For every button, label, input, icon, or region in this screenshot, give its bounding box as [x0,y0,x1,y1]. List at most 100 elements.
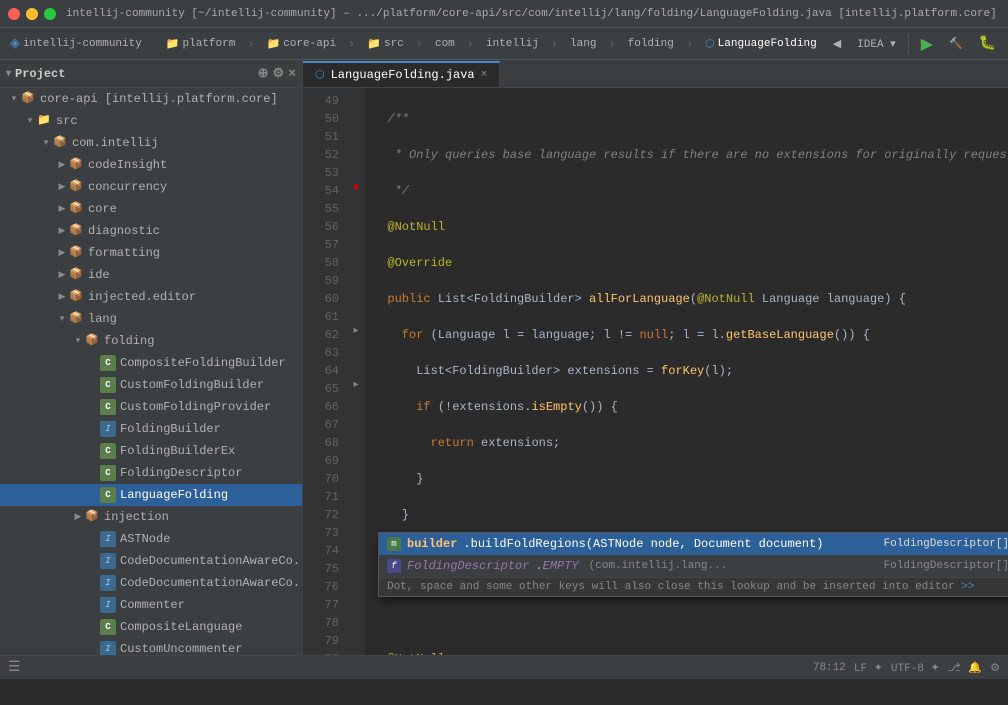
tree-item-core[interactable]: ▶ 📦 core [0,198,302,220]
tree-item-folding[interactable]: ▾ 📦 folding [0,330,302,352]
tree-label: concurrency [88,180,167,194]
tree-label: FoldingBuilderEx [120,444,235,458]
minimize-button[interactable] [26,8,38,20]
ac-item-call-1: .EMPTY [535,559,578,573]
class-icon: C [100,355,116,371]
tree-item-codeInsight[interactable]: ▶ 📦 codeInsight [0,154,302,176]
tree-item-FoldingBuilderEx[interactable]: C FoldingBuilderEx [0,440,302,462]
tree-label: src [56,114,78,128]
tree-item-CodeDoc2[interactable]: I CodeDocumentationAwareCo... [0,572,302,594]
code-line-50: * Only queries base language results if … [373,146,1008,164]
fold-62[interactable]: ▸ [347,322,365,340]
tree-item-core-api[interactable]: ▾ 📦 core-api [intellij.platform.core] [0,88,302,110]
tree-item-diagnostic[interactable]: ▶ 📦 diagnostic [0,220,302,242]
toolbar-run[interactable]: ▶ [915,32,939,56]
tree-item-FoldingDescriptor[interactable]: C FoldingDescriptor [0,462,302,484]
tree-item-LanguageFolding[interactable]: C LanguageFolding [0,484,302,506]
tree-item-CustomFoldingBuilder[interactable]: C CustomFoldingBuilder [0,374,302,396]
statusbar-notifications-icon[interactable]: 🔔 [968,661,982,675]
interface-icon: I [100,641,116,655]
tree-item-concurrency[interactable]: ▶ 📦 concurrency [0,176,302,198]
tree-label: folding [104,334,154,348]
statusbar: ☰ 78:12 LF ✦ UTF-8 ✦ ⎇ 🔔 ⚙ [0,655,1008,679]
code-line-55: for (Language l = language; l != null; l… [373,326,1008,344]
sidebar-icon-scope[interactable]: ⊕ [258,66,269,81]
toolbar-lang[interactable]: lang [564,36,602,52]
tree-label: FoldingDescriptor [120,466,242,480]
tree-item-ide[interactable]: ▶ 📦 ide [0,264,302,286]
tree-label: core-api [intellij.platform.core] [40,92,278,106]
breakpoint-54[interactable]: ● [347,178,365,196]
tree-item-CustomUncommenter[interactable]: I CustomUncommenter [0,638,302,655]
tree-arrow: ▶ [56,270,68,280]
line-numbers: 49 50 51 52 53 54 55 56 57 58 59 60 61 6… [303,88,347,655]
editor-tab-languagefolding[interactable]: ⬡ LanguageFolding.java × [303,61,500,87]
interface-icon: I [100,531,116,547]
code-editor[interactable]: 49 50 51 52 53 54 55 56 57 58 59 60 61 6… [303,88,1008,655]
toolbar-folding[interactable]: folding [622,36,680,52]
class-icon: C [100,443,116,459]
code-line-64: @NotNull [373,650,1008,655]
fold-65[interactable]: ▸ [347,376,365,394]
tree-item-Commenter[interactable]: I Commenter [0,594,302,616]
statusbar-encoding[interactable]: UTF-8 ✦ [891,661,940,675]
code-line-63 [373,614,1008,632]
maximize-button[interactable] [44,8,56,20]
statusbar-position[interactable]: 78:12 [813,662,846,674]
autocomplete-popup[interactable]: m builder.buildFoldRegions(ASTNode node,… [378,532,1008,597]
tree-item-com-intellij[interactable]: ▾ 📦 com.intellij [0,132,302,154]
class-icon: C [100,465,116,481]
code-line-53: @Override [373,254,1008,272]
tree-item-FoldingBuilder[interactable]: I FoldingBuilder [0,418,302,440]
statusbar-lf[interactable]: LF ✦ [854,661,883,675]
ac-hint-text: Dot, space and some other keys will also… [387,581,961,593]
package-icon: 📦 [68,223,84,239]
tree-label: FoldingBuilder [120,422,221,436]
toolbar-languagefolding[interactable]: ⬡ LanguageFolding [699,35,823,53]
tree-item-CompositeLanguage[interactable]: C CompositeLanguage [0,616,302,638]
ac-item-1[interactable]: f FoldingDescriptor.EMPTY (com.intellij.… [379,555,1008,577]
folder-icon: 📦 [20,91,36,107]
toolbar-debug[interactable]: 🐛 [973,33,1002,54]
tree-item-lang[interactable]: ▾ 📦 lang [0,308,302,330]
statusbar-settings-icon[interactable]: ⚙ [990,661,1000,675]
sidebar: ▾ Project ⊕ ⚙ × ▾ 📦 core-api [intellij.p… [0,60,303,655]
toolbar-build[interactable]: 🔨 [943,35,969,53]
package-icon: 📦 [68,245,84,261]
toolbar-intellij[interactable]: intellij [480,36,545,52]
toolbar-core-api[interactable]: 📁 core-api [261,35,343,53]
class-icon: C [100,487,116,503]
toolbar-com[interactable]: com [429,36,461,52]
toolbar-platform[interactable]: 📁 platform [160,35,242,53]
tree-label: CodeDocumentationAwareCo... [120,554,303,568]
statusbar-git-icon[interactable]: ⎇ [948,661,961,675]
tab-close-button[interactable]: × [481,69,488,81]
tree-label: CustomUncommenter [120,642,242,655]
ac-item-0[interactable]: m builder.buildFoldRegions(ASTNode node,… [379,533,1008,555]
toolbar-src[interactable]: 📁 src [361,35,410,53]
tree-label: injected.editor [88,290,196,304]
tree-item-CodeDoc1[interactable]: I CodeDocumentationAwareCo... [0,550,302,572]
close-button[interactable] [8,8,20,20]
code-line-49: /** [373,110,1008,128]
tree-label: CompositeFoldingBuilder [120,356,286,370]
sidebar-icon-close[interactable]: × [288,66,296,81]
sidebar-icon-settings[interactable]: ⚙ [273,66,285,81]
toolbar-idea[interactable]: IDEA ▾ [851,35,902,53]
ac-hint-link[interactable]: >> [961,581,974,593]
tree-item-injected-editor[interactable]: ▶ 📦 injected.editor [0,286,302,308]
tree-item-CustomFoldingProvider[interactable]: C CustomFoldingProvider [0,396,302,418]
tree-item-ASTNode[interactable]: I ASTNode [0,528,302,550]
toolbar-project[interactable]: ◈ intellij-community [4,34,148,53]
tree-label: injection [104,510,169,524]
window-title: intellij-community [~/intellij-community… [66,8,997,20]
class-icon: C [100,619,116,635]
code-line-51: */ [373,182,1008,200]
tree-item-src[interactable]: ▾ 📁 src [0,110,302,132]
tree-item-CompositeFoldingBuilder[interactable]: C CompositeFoldingBuilder [0,352,302,374]
toolbar-back[interactable]: ◀ [827,35,847,53]
tree-item-formatting[interactable]: ▶ 📦 formatting [0,242,302,264]
tree-label: CustomFoldingProvider [120,400,271,414]
code-line-57: if (!extensions.isEmpty()) { [373,398,1008,416]
tree-item-injection[interactable]: ▶ 📦 injection [0,506,302,528]
